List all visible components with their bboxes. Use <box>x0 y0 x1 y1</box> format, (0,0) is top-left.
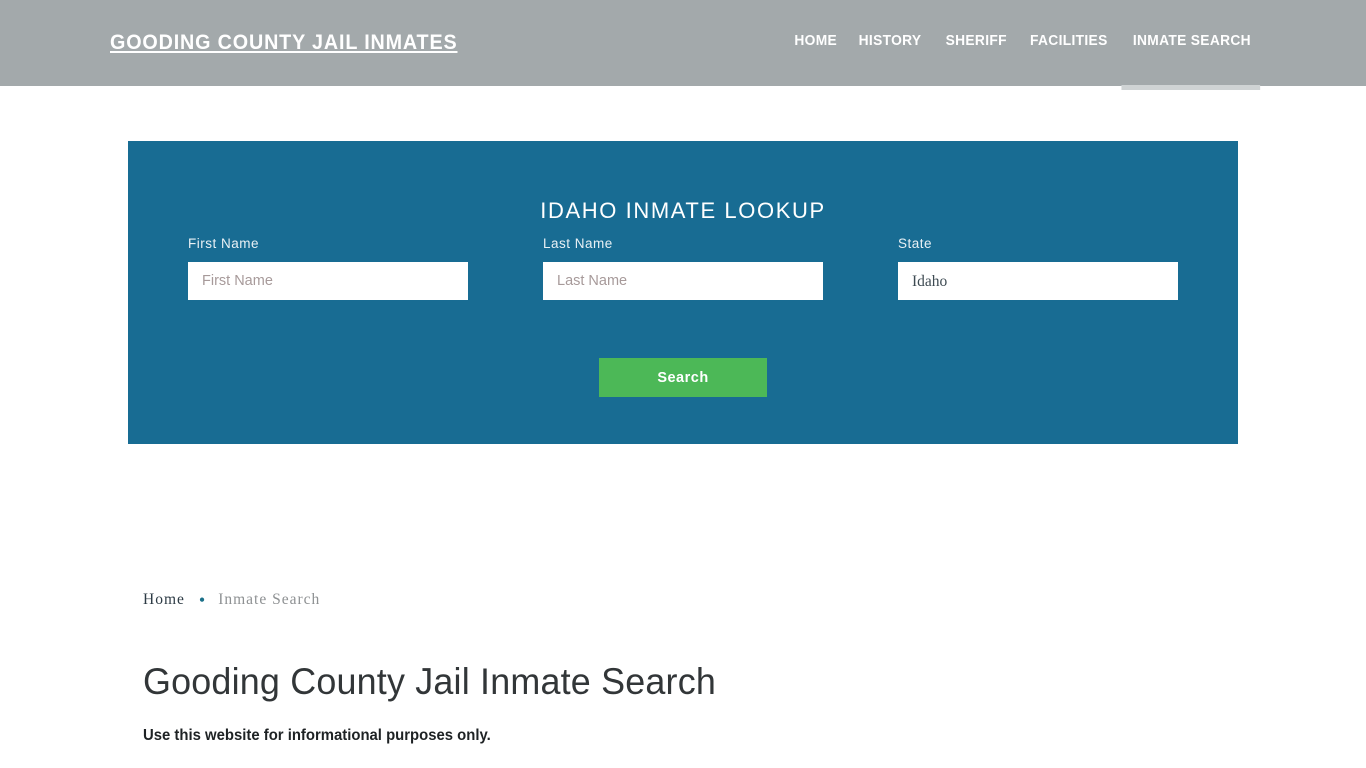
nav-item-home[interactable]: HOME <box>794 33 846 49</box>
inmate-lookup-panel: IDAHO INMATE LOOKUP First Name Last Name… <box>128 141 1238 444</box>
first-name-field-group: First Name <box>188 236 468 300</box>
first-name-label: First Name <box>188 236 260 251</box>
breadcrumb-current-page: Inmate Search <box>218 591 321 608</box>
last-name-label: Last Name <box>543 236 613 251</box>
site-header: GOODING COUNTY JAIL INMATES HOME HISTORY… <box>0 0 1366 90</box>
state-select[interactable]: Idaho <box>898 262 1178 300</box>
main-navigation: HOME HISTORY SHERIFF FACILITIES INMATE S… <box>793 33 1261 90</box>
state-field-group: State Idaho <box>898 236 1178 300</box>
breadcrumb-separator-icon: • <box>198 590 207 610</box>
breadcrumb: Home • Inmate Search <box>143 591 320 609</box>
nav-item-sheriff[interactable]: SHERIFF <box>936 33 1016 49</box>
breadcrumb-home-link[interactable]: Home <box>143 591 185 609</box>
intro-paragraph: Use this website for informational purpo… <box>143 727 491 744</box>
nav-item-facilities[interactable]: FACILITIES <box>1021 33 1118 49</box>
search-button[interactable]: Search <box>599 358 767 397</box>
nav-item-inmate-search[interactable]: INMATE SEARCH <box>1121 33 1261 90</box>
last-name-input[interactable] <box>543 262 823 300</box>
panel-title: IDAHO INMATE LOOKUP <box>540 198 826 224</box>
site-title[interactable]: GOODING COUNTY JAIL INMATES <box>110 31 457 55</box>
nav-item-history[interactable]: HISTORY <box>850 33 932 49</box>
first-name-input[interactable] <box>188 262 468 300</box>
main-content: Gooding County Jail Inmate Search Use th… <box>143 661 1203 768</box>
page-title: Gooding County Jail Inmate Search <box>143 661 716 702</box>
state-label: State <box>898 236 933 251</box>
last-name-field-group: Last Name <box>543 236 823 300</box>
